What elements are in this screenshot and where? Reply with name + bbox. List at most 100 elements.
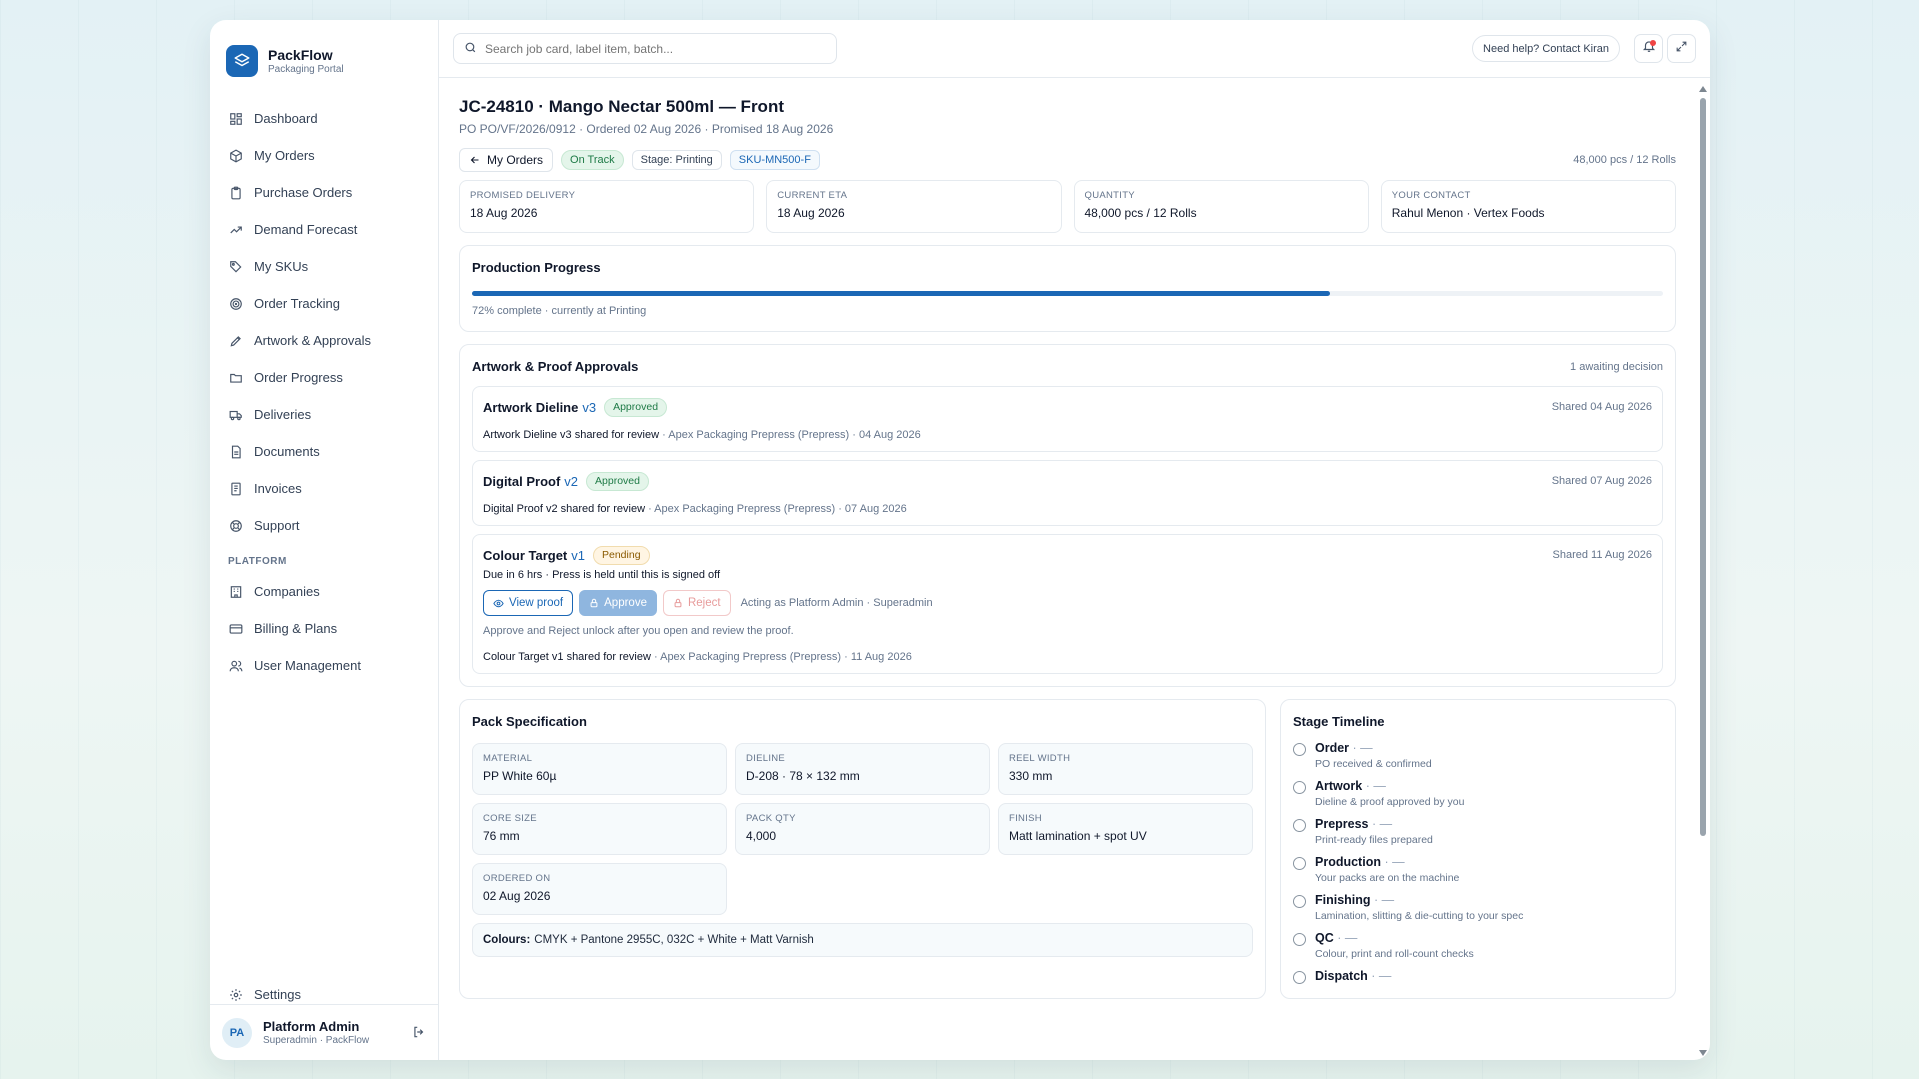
approve-button[interactable]: Approve xyxy=(579,590,657,616)
sidebar-item-label: Order Tracking xyxy=(254,296,340,311)
scroll-thumb[interactable] xyxy=(1700,98,1706,836)
lock-icon xyxy=(673,598,683,608)
user-role: Superadmin · PackFlow xyxy=(263,1035,370,1046)
layers-logo-icon xyxy=(226,45,258,77)
trend-icon xyxy=(228,222,244,238)
approval-shared-date: Shared 07 Aug 2026 xyxy=(1551,475,1652,487)
target-icon xyxy=(228,296,244,312)
stage-timeline-card: Stage Timeline Order · — PO received & co… xyxy=(1280,699,1676,999)
sidebar-item-demand-forecast[interactable]: Demand Forecast xyxy=(210,211,438,248)
sidebar-item-label: Support xyxy=(254,518,300,533)
approval-name: Colour Target xyxy=(483,547,568,563)
scroll-down-arrow[interactable] xyxy=(1699,1050,1707,1056)
help-contact-button[interactable]: Need help? Contact Kiran xyxy=(1472,35,1620,62)
job-detail-content: JC-24810 · Mango Nectar 500ml — Front PO… xyxy=(439,79,1698,1060)
approval-version: v2 xyxy=(564,473,579,489)
spec-title: Pack Specification xyxy=(472,714,587,729)
sidebar-item-label: My SKUs xyxy=(254,259,309,274)
stats-row: Promised Delivery 18 Aug 2026 Current ET… xyxy=(459,180,1676,233)
timeline-stage-dispatch: Dispatch · — xyxy=(1293,969,1663,984)
nav-section-platform: PLATFORM xyxy=(228,556,287,567)
pen-icon xyxy=(228,333,244,349)
gear-icon xyxy=(228,987,244,1003)
reject-button[interactable]: Reject xyxy=(662,590,731,616)
spec-reel-width: Reel Width 330 mm xyxy=(998,743,1253,795)
document-icon xyxy=(228,444,244,460)
circle-icon xyxy=(1293,819,1306,832)
spec-core-size: Core Size 76 mm xyxy=(472,803,727,855)
approval-shared-date: Shared 11 Aug 2026 xyxy=(1552,549,1653,561)
card-icon xyxy=(228,621,244,637)
sidebar-item-support[interactable]: Support xyxy=(210,507,438,544)
expand-button[interactable] xyxy=(1667,34,1696,63)
sidebar-item-billing-plans[interactable]: Billing & Plans xyxy=(210,610,438,647)
sidebar-item-my-skus[interactable]: My SKUs xyxy=(210,248,438,285)
circle-icon xyxy=(1293,895,1306,908)
sidebar-item-invoices[interactable]: Invoices xyxy=(210,470,438,507)
sidebar-item-dashboard[interactable]: Dashboard xyxy=(210,100,438,137)
topbar: Need help? Contact Kiran xyxy=(439,20,1710,78)
timeline-stage-production: Production · — Your packs are on the mach… xyxy=(1293,855,1663,884)
sidebar-item-label: Deliveries xyxy=(254,407,312,422)
sidebar-item-companies[interactable]: Companies xyxy=(210,573,438,610)
sidebar-item-documents[interactable]: Documents xyxy=(210,433,438,470)
approval-history: Artwork Dieline v3 shared for review · A… xyxy=(483,429,921,441)
avatar[interactable]: PA xyxy=(222,1017,252,1048)
truck-icon xyxy=(228,407,244,423)
sku-badge[interactable]: SKU-MN500-F xyxy=(729,150,820,170)
quantity-summary: 48,000 pcs / 12 Rolls xyxy=(1573,154,1676,166)
sidebar-item-order-progress[interactable]: Order Progress xyxy=(210,359,438,396)
spec-pack-qty: Pack Qty 4,000 xyxy=(735,803,990,855)
search-box[interactable] xyxy=(453,33,837,64)
circle-icon xyxy=(1293,857,1306,870)
logout-icon[interactable] xyxy=(412,1025,426,1044)
back-to-orders-button[interactable]: My Orders xyxy=(459,148,554,172)
approval-item: Digital Proof v2 Approved Shared 07 Aug … xyxy=(472,460,1663,526)
content-scrollbar[interactable] xyxy=(1698,84,1708,1060)
sidebar-item-purchase-orders[interactable]: Purchase Orders xyxy=(210,174,438,211)
approval-status-badge: Approved xyxy=(604,397,668,417)
sidebar-item-order-tracking[interactable]: Order Tracking xyxy=(210,285,438,322)
sidebar-item-deliveries[interactable]: Deliveries xyxy=(210,396,438,433)
clipboard-icon xyxy=(228,185,244,201)
circle-icon xyxy=(1293,743,1306,756)
progress-note: 72% complete · currently at Printing xyxy=(472,305,647,317)
timeline-stage-order: Order · — PO received & confirmed xyxy=(1293,741,1663,770)
sidebar-item-my-orders[interactable]: My Orders xyxy=(210,137,438,174)
sidebar-item-label: My Orders xyxy=(254,148,315,163)
stat-current-eta: Current ETA 18 Aug 2026 xyxy=(766,180,1062,233)
sidebar-item-label: User Management xyxy=(254,658,361,673)
sidebar-item-label: Companies xyxy=(254,584,320,599)
spec-material: Material PP White 60µ xyxy=(472,743,727,795)
pack-specification-card: Pack Specification Material PP White 60µ … xyxy=(459,699,1266,999)
approvals-summary: 1 awaiting decision xyxy=(1570,360,1663,373)
back-label: My Orders xyxy=(487,153,544,167)
approval-name: Artwork Dieline xyxy=(483,399,579,415)
lock-icon xyxy=(589,598,599,608)
timeline-stage-prepress: Prepress · — Print-ready files prepared xyxy=(1293,817,1663,846)
receipt-icon xyxy=(228,481,244,497)
acting-as-label: Acting as Platform Admin · Superadmin xyxy=(740,597,933,609)
approval-version: v3 xyxy=(582,399,597,415)
brand-subtitle: Packaging Portal xyxy=(268,64,344,75)
approval-history: Digital Proof v2 shared for review · Ape… xyxy=(483,503,907,515)
circle-icon xyxy=(1293,781,1306,794)
progress-title: Production Progress xyxy=(472,260,601,275)
spec-colours: Colours: CMYK + Pantone 2955C, 032C + Wh… xyxy=(472,923,1253,957)
notifications-button[interactable] xyxy=(1634,34,1663,63)
view-proof-button[interactable]: View proof xyxy=(483,590,574,616)
folder-icon xyxy=(228,370,244,386)
spec-dieline: Dieline D-208 · 78 × 132 mm xyxy=(735,743,990,795)
approval-due: Due in 6 hrs · Press is held until this … xyxy=(483,569,721,581)
sidebar-item-label: Demand Forecast xyxy=(254,222,358,237)
progress-bar xyxy=(472,291,1663,296)
search-input[interactable] xyxy=(485,41,805,56)
brand[interactable]: PackFlow Packaging Portal xyxy=(210,20,438,86)
scroll-up-arrow[interactable] xyxy=(1699,86,1707,92)
sidebar-item-label: Purchase Orders xyxy=(254,185,353,200)
stage-badge: Stage: Printing xyxy=(631,150,722,170)
approval-item-pending: Colour Target v1 Pending Shared 11 Aug 2… xyxy=(472,534,1663,674)
spec-ordered-on: Ordered On 02 Aug 2026 xyxy=(472,863,727,915)
sidebar-item-user-management[interactable]: User Management xyxy=(210,647,438,684)
sidebar-item-artwork-approvals[interactable]: Artwork & Approvals xyxy=(210,322,438,359)
